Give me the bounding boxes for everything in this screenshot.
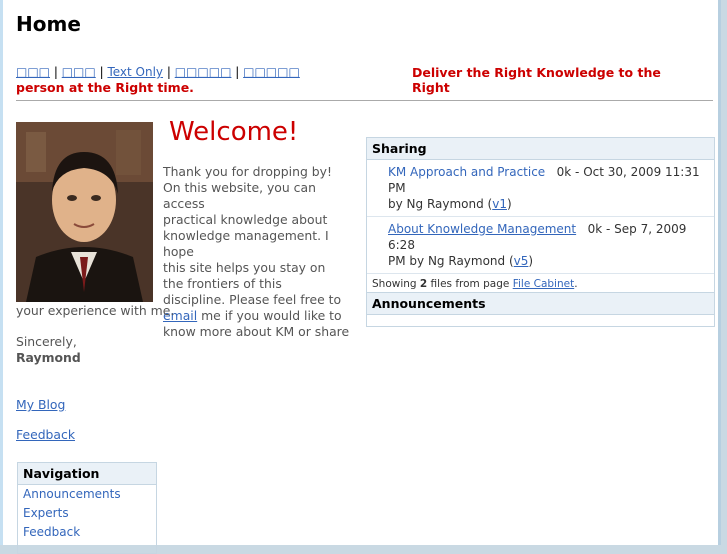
welcome-heading: Welcome! (169, 117, 299, 147)
separator: | (53, 65, 58, 79)
sign-off: Sincerely, (16, 334, 77, 349)
my-blog-link[interactable]: My Blog (16, 397, 65, 412)
divider (16, 100, 713, 101)
page: Home □□□ | □□□ | Text Only | □□□□□ | □□□… (0, 0, 721, 554)
intro-tail: your experience with me. (16, 303, 175, 318)
lang-link-4[interactable]: □□□□□ (175, 65, 232, 79)
lang-link-2[interactable]: □□□ (62, 65, 96, 79)
paren: ) (528, 254, 534, 268)
profile-photo (16, 122, 153, 302)
file-link[interactable]: KM Approach and Practice (388, 165, 545, 179)
separator: | (235, 65, 240, 79)
version-link[interactable]: v1 (492, 197, 507, 211)
nav-item-feedback[interactable]: Feedback (18, 523, 156, 542)
announcements-panel: Announcements (366, 292, 715, 327)
intro-text: Thank you for dropping by! On this websi… (163, 164, 359, 340)
separator: - (571, 165, 584, 179)
navigation-panel: Navigation Announcements Experts Feedbac… (17, 462, 157, 554)
file-size: 0k (556, 165, 572, 179)
file-date: PM (388, 254, 406, 268)
lang-link-1[interactable]: □□□ (16, 65, 50, 79)
footer-text: files from page (427, 278, 513, 290)
file-item: KM Approach and Practice 0k - Oct 30, 20… (367, 160, 714, 217)
text-only-link[interactable]: Text Only (107, 65, 163, 79)
lang-link-5[interactable]: □□□□□ (243, 65, 300, 79)
announcements-title: Announcements (367, 293, 714, 315)
navigation-title: Navigation (18, 463, 156, 485)
intro-line: this site helps you stay on (163, 260, 326, 275)
intro-line: discipline. Please feel free to (163, 292, 342, 307)
page-title: Home (16, 12, 81, 36)
version-link[interactable]: v5 (514, 254, 529, 268)
feedback-link[interactable]: Feedback (16, 427, 75, 442)
file-item: About Knowledge Management 0k - Sep 7, 2… (367, 217, 714, 274)
nav-item-experts[interactable]: Experts (18, 504, 156, 523)
separator: | (166, 65, 171, 79)
separator: - (602, 222, 615, 236)
sharing-footer: Showing 2 files from page File Cabinet. (367, 274, 714, 294)
intro-line: On this website, you can access (163, 180, 316, 211)
tagline-line-1: Deliver the Right Knowledge to the Right (412, 65, 661, 95)
file-author: by Ng Raymond ( (409, 254, 514, 268)
intro-line: knowledge management. I hope (163, 228, 329, 259)
intro-line: Thank you for dropping by! (163, 164, 332, 179)
file-size: 0k (587, 222, 603, 236)
signature: Raymond (16, 350, 81, 365)
language-links: □□□ | □□□ | Text Only | □□□□□ | □□□□□ (16, 65, 300, 79)
sharing-panel: Sharing KM Approach and Practice 0k - Oc… (366, 137, 715, 295)
paren: ) (506, 197, 512, 211)
intro-line: know more about KM or share (163, 324, 350, 339)
file-author: by Ng Raymond ( (388, 197, 493, 211)
nav-item-announcements[interactable]: Announcements (18, 485, 156, 504)
intro-line: practical knowledge about (163, 212, 328, 227)
footer-text: Showing (372, 278, 420, 290)
intro-line: the frontiers of this (163, 276, 282, 291)
file-cabinet-link[interactable]: File Cabinet (513, 278, 575, 290)
file-link[interactable]: About Knowledge Management (388, 222, 576, 236)
sharing-title: Sharing (367, 138, 714, 160)
footer-text: . (574, 278, 578, 290)
separator: | (99, 65, 104, 79)
tagline-line-2: person at the Right time. (16, 80, 194, 95)
intro-text-segment: me if you would like to (197, 308, 342, 323)
intro-line: email me if you would like to (163, 308, 359, 324)
